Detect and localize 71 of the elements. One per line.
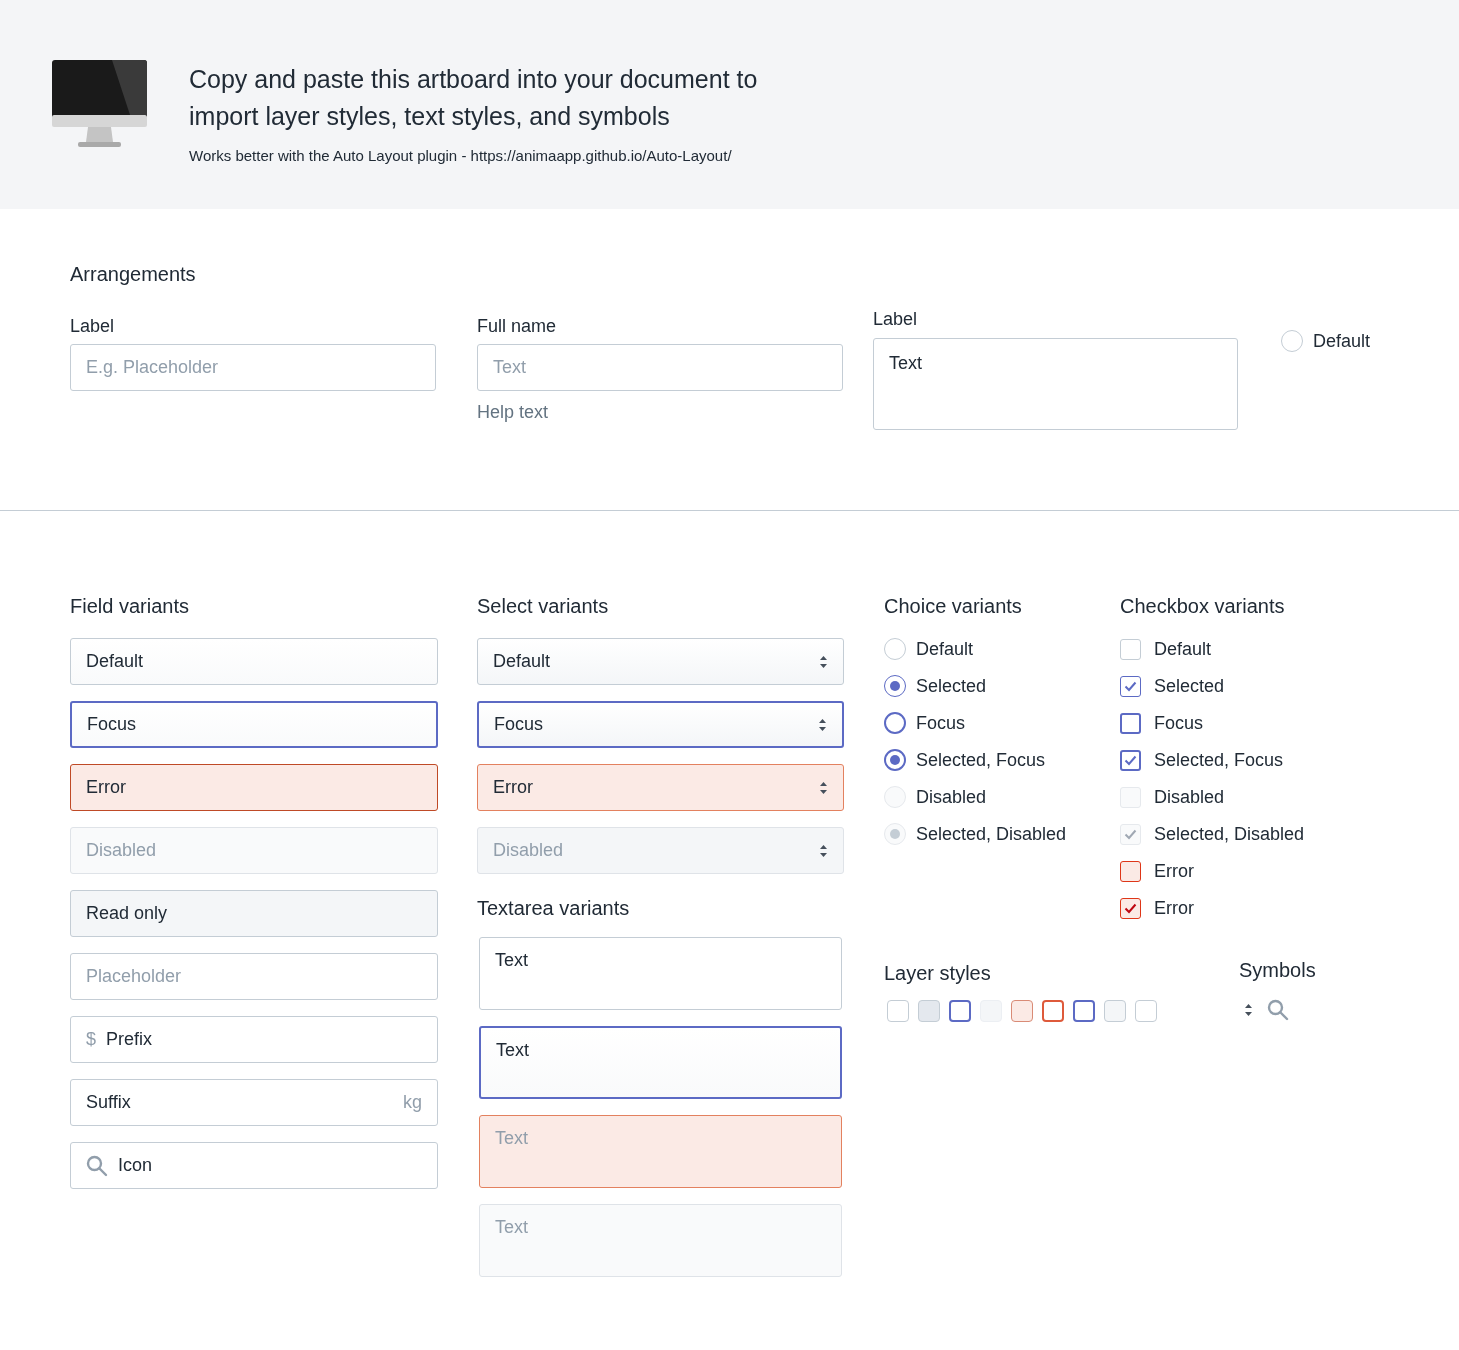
- checkbox-label: Focus: [1154, 711, 1204, 735]
- radio-label: Default: [1313, 329, 1371, 353]
- checkbox[interactable]: [1120, 860, 1141, 882]
- section-title: Select variants: [477, 594, 610, 619]
- checkbox[interactable]: [1120, 712, 1141, 734]
- select-field[interactable]: Default: [477, 638, 844, 685]
- section-title: Arrangements: [70, 262, 197, 287]
- banner-subtitle: Works better with the Auto Layout plugin - https://animaapp.github.io/Auto-Layout/: [189, 146, 733, 166]
- select-field[interactable]: Focus: [477, 701, 844, 748]
- section-title: Layer styles: [884, 961, 992, 986]
- checkbox-label: Default: [1154, 637, 1212, 661]
- text-area[interactable]: Text: [873, 338, 1238, 430]
- field-label: Label: [873, 308, 919, 330]
- checkbox-label: Error: [1154, 896, 1194, 920]
- search-icon: [86, 1154, 108, 1177]
- radio-button[interactable]: [884, 712, 906, 734]
- search-icon: [1267, 999, 1289, 1021]
- text-field[interactable]: Read only: [70, 890, 438, 937]
- field-label: Label: [70, 315, 116, 337]
- checkbox[interactable]: [1120, 897, 1141, 919]
- section-title: Symbols: [1239, 958, 1316, 983]
- sort-arrows-icon: [819, 654, 828, 669]
- banner-title: Copy and paste this artboard into your document to import layer styles, text styles, and symbols: [189, 64, 759, 132]
- section-title: Checkbox variants: [1120, 594, 1286, 619]
- checkbox-label: Selected, Disabled: [1154, 822, 1305, 846]
- prefix-symbol: $: [86, 1028, 96, 1051]
- checkbox-label: Selected: [1154, 674, 1225, 698]
- sort-arrows-icon: [819, 843, 828, 858]
- text-field[interactable]: Placeholder: [70, 953, 438, 1000]
- text-input[interactable]: Icon: [118, 1152, 422, 1179]
- monitor-icon: [52, 60, 147, 148]
- section-title: Textarea variants: [477, 896, 631, 921]
- select-field[interactable]: Error: [477, 764, 844, 811]
- checkbox-label: Error: [1154, 859, 1194, 883]
- sort-arrows-icon: [1244, 1003, 1253, 1017]
- field-label: Full name: [477, 315, 558, 337]
- checkbox-label: Disabled: [1154, 785, 1225, 809]
- radio-button[interactable]: [884, 749, 906, 771]
- radio-button[interactable]: [884, 675, 906, 697]
- help-text: Help text: [477, 401, 550, 424]
- radio-label: Selected, Disabled: [916, 822, 1067, 846]
- text-area[interactable]: Text: [479, 937, 842, 1010]
- checkmark-icon: [1124, 828, 1137, 840]
- radio-label: Selected, Focus: [916, 748, 1046, 772]
- checkmark-icon: [1124, 680, 1137, 692]
- text-field[interactable]: Suffix kg: [70, 1079, 438, 1126]
- checkbox-label: Selected, Focus: [1154, 748, 1284, 772]
- checkmark-icon: [1124, 754, 1137, 766]
- radio-label: Selected: [916, 674, 987, 698]
- text-field[interactable]: Text: [477, 344, 843, 391]
- text-field[interactable]: Default: [70, 638, 438, 685]
- radio-label: Disabled: [916, 785, 987, 809]
- text-area[interactable]: Text: [479, 1026, 842, 1099]
- section-title: Choice variants: [884, 594, 1023, 619]
- section-title: Field variants: [70, 594, 190, 619]
- sort-arrows-icon: [818, 717, 827, 732]
- radio-label: Focus: [916, 711, 966, 735]
- checkbox[interactable]: [1120, 675, 1141, 697]
- checkmark-icon: [1124, 902, 1137, 914]
- text-field[interactable]: Focus: [70, 701, 438, 748]
- radio-label: Default: [916, 637, 974, 661]
- text-area[interactable]: Text: [479, 1115, 842, 1188]
- sort-arrows-icon: [819, 780, 828, 795]
- text-field[interactable]: Error: [70, 764, 438, 811]
- text-field[interactable]: $ Prefix: [70, 1016, 438, 1063]
- text-field[interactable]: E.g. Placeholder: [70, 344, 436, 391]
- text-input[interactable]: Suffix: [86, 1089, 393, 1116]
- suffix-unit: kg: [403, 1091, 422, 1114]
- text-input[interactable]: Prefix: [106, 1026, 422, 1053]
- search-field[interactable]: Icon: [70, 1142, 438, 1189]
- checkbox[interactable]: [1120, 749, 1141, 771]
